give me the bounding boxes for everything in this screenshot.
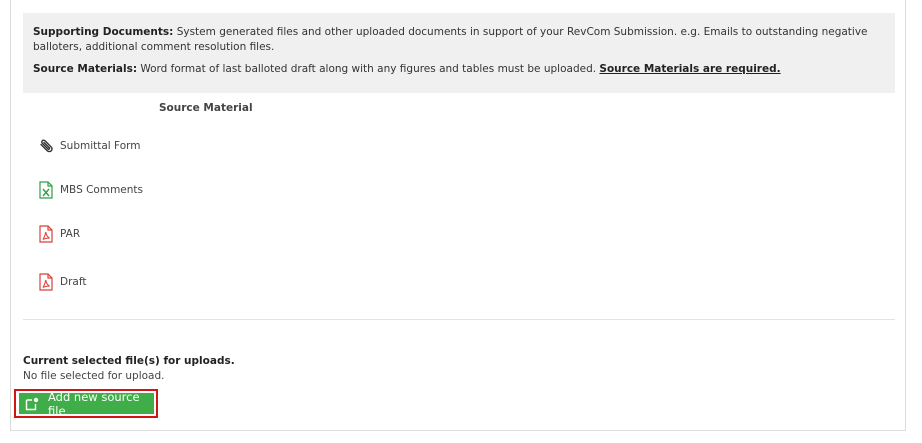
list-item-label: MBS Comments	[60, 184, 143, 196]
source-materials-required-note: Source Materials are required.	[599, 63, 781, 75]
excel-file-icon	[38, 181, 54, 199]
pdf-file-icon	[38, 273, 54, 291]
supporting-documents-label: Supporting Documents:	[33, 26, 174, 38]
paperclip-icon	[38, 137, 54, 155]
current-files-label: Current selected file(s) for uploads.	[23, 355, 235, 367]
no-file-status: No file selected for upload.	[23, 370, 165, 382]
list-item-label: Draft	[60, 276, 87, 288]
list-item-submittal-form[interactable]: Submittal Form	[38, 136, 141, 156]
add-new-source-file-label: Add new source file	[48, 389, 140, 418]
list-item-label: Submittal Form	[60, 140, 141, 152]
list-item-mbs-comments[interactable]: MBS Comments	[38, 180, 143, 200]
divider	[23, 319, 895, 320]
add-new-source-file-button[interactable]: Add new source file	[19, 390, 154, 418]
list-item-draft[interactable]: Draft	[38, 272, 86, 292]
source-materials-description: Word format of last balloted draft along…	[137, 63, 600, 75]
new-file-icon	[25, 397, 39, 411]
source-materials-label: Source Materials:	[33, 63, 138, 75]
pdf-file-icon	[38, 225, 54, 243]
source-materials-text: Source Materials: Word format of last ba…	[33, 62, 885, 77]
list-item-label: PAR	[60, 228, 81, 240]
source-material-column-header: Source Material	[159, 102, 253, 114]
list-item-par[interactable]: PAR	[38, 224, 80, 244]
supporting-documents-text: Supporting Documents: System generated f…	[33, 25, 885, 55]
info-box: Supporting Documents: System generated f…	[23, 13, 895, 93]
